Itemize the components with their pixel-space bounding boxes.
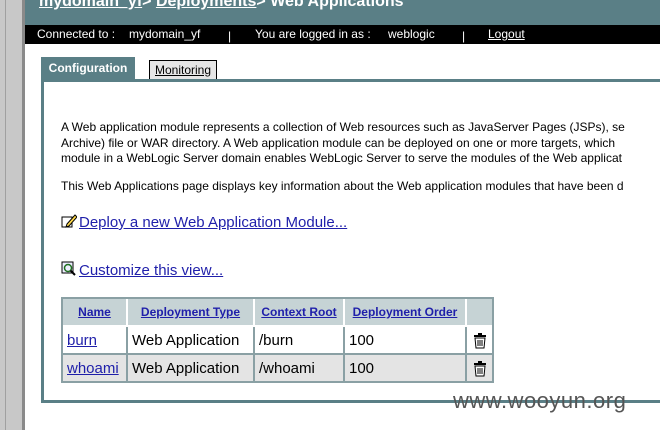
breadcrumb-separator: > — [256, 0, 266, 10]
app-name-link[interactable]: burn — [67, 332, 97, 349]
page-title: Web Applications — [270, 0, 404, 10]
connected-label: Connected to : — [37, 27, 116, 41]
tab-monitoring[interactable]: Monitoring — [149, 60, 218, 79]
logout-link[interactable]: Logout — [488, 27, 525, 41]
breadcrumb: mydomain_yf> Deployments> Web Applicatio… — [39, 0, 404, 11]
intro-line: Archive) file or WAR directory. A Web ap… — [61, 136, 616, 150]
column-header-delete — [467, 299, 492, 327]
tab-bar: Configuration Monitoring — [25, 57, 660, 79]
deploy-web-app-link[interactable]: Deploy a new Web Application Module... — [79, 214, 347, 231]
watermark: www.wooyun.org — [453, 388, 627, 413]
table-row: whoami Web Application /whoami 100 — [63, 355, 492, 381]
intro-line: A Web application module represents a co… — [61, 120, 625, 134]
customize-action: Customize this view... — [61, 261, 223, 279]
column-header-deployment-order[interactable]: Deployment Order — [345, 299, 467, 327]
left-frame — [0, 0, 22, 430]
status-bar: Connected to : mydomain_yf | You are log… — [25, 25, 660, 44]
intro-line: module in a WebLogic Server domain enabl… — [61, 151, 622, 165]
context-root-cell: /burn — [255, 327, 345, 355]
deployment-type-cell: Web Application — [128, 327, 255, 355]
connected-domain: mydomain_yf — [129, 27, 201, 41]
table-header-row: Name Deployment Type Context Root Deploy… — [63, 299, 492, 327]
magnifier-icon[interactable] — [61, 261, 77, 277]
breadcrumb-domain-link[interactable]: mydomain_yf — [39, 0, 142, 10]
table-row: burn Web Application /burn 100 — [63, 327, 492, 355]
column-header-deployment-type[interactable]: Deployment Type — [128, 299, 255, 327]
breadcrumb-deployments-link[interactable]: Deployments — [156, 0, 256, 10]
breadcrumb-separator: > — [142, 0, 152, 10]
frame-line — [5, 0, 6, 430]
title-banner: mydomain_yf> Deployments> Web Applicatio… — [25, 0, 660, 25]
trash-icon[interactable] — [473, 332, 487, 349]
column-header-name[interactable]: Name — [63, 299, 128, 327]
intro-line: This Web Applications page displays key … — [61, 179, 624, 193]
logged-in-user: weblogic — [388, 27, 435, 41]
context-root-cell: /whoami — [255, 355, 345, 381]
status-divider: | — [462, 29, 466, 43]
status-divider: | — [228, 29, 232, 43]
customize-view-link[interactable]: Customize this view... — [79, 262, 223, 279]
deployment-order-cell: 100 — [345, 355, 467, 381]
column-header-context-root[interactable]: Context Root — [255, 299, 345, 327]
deployment-order-cell: 100 — [345, 327, 467, 355]
tab-configuration[interactable]: Configuration — [41, 57, 135, 79]
edit-pencil-icon[interactable] — [61, 213, 78, 229]
deploy-action: Deploy a new Web Application Module... — [61, 213, 347, 231]
main-content: mydomain_yf> Deployments> Web Applicatio… — [25, 0, 660, 430]
trash-icon[interactable] — [473, 360, 487, 377]
deployment-type-cell: Web Application — [128, 355, 255, 381]
app-name-link[interactable]: whoami — [67, 360, 119, 377]
logged-in-label: You are logged in as : — [255, 27, 371, 41]
web-applications-table: Name Deployment Type Context Root Deploy… — [61, 297, 494, 383]
